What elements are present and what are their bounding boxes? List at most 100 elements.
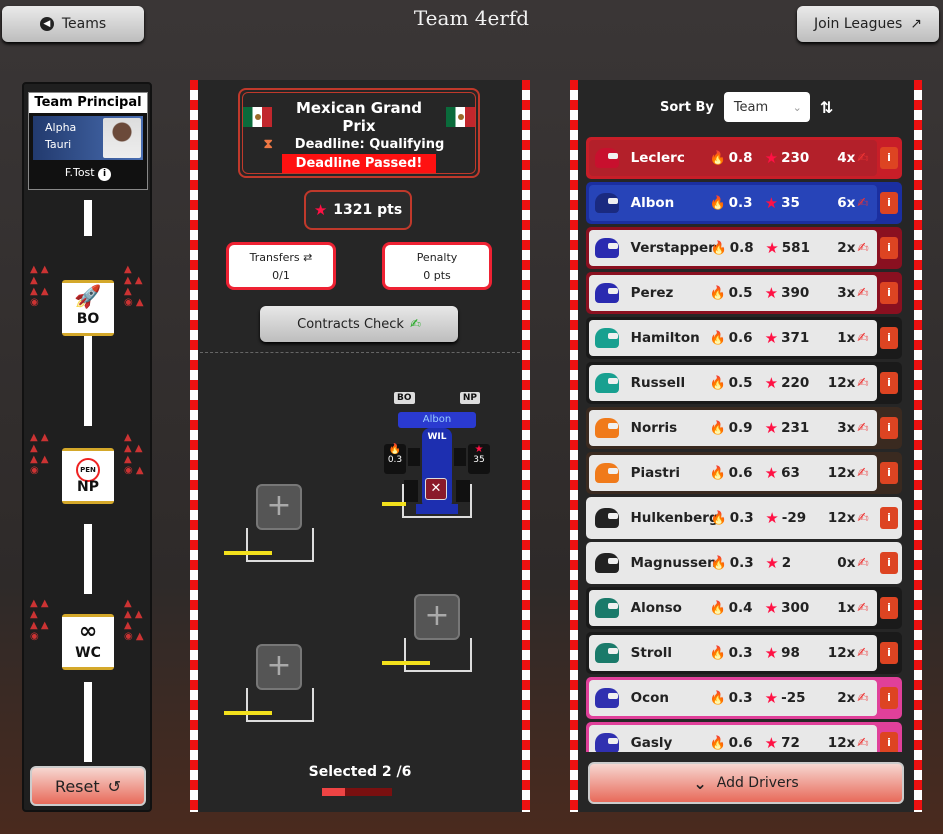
driver-info-button[interactable]: i	[880, 282, 898, 304]
contract-sign-icon[interactable]: ✍	[857, 600, 877, 616]
team-principal-image: Alpha Tauri	[33, 116, 143, 160]
driver-info-button[interactable]: i	[880, 327, 898, 349]
driver-row[interactable]: Piastri 🔥 0.6 ★ 63 12x ✍ i	[586, 452, 902, 494]
add-drivers-button[interactable]: ⌄ Add Drivers	[588, 762, 904, 804]
driver-info-button[interactable]: i	[880, 642, 898, 664]
star-icon: ★	[764, 644, 779, 662]
chip-wc[interactable]: ∞ WC	[62, 614, 114, 670]
contract-sign-icon[interactable]: ✍	[857, 645, 877, 661]
driver-cost: 🔥 0.5	[709, 285, 764, 301]
contract-sign-icon[interactable]: ✍	[857, 195, 877, 211]
driver-row[interactable]: Ocon 🔥 0.3 ★ -25 2x ✍ i	[586, 677, 902, 719]
driver-name: Hamilton	[630, 330, 700, 346]
contract-sign-icon[interactable]: ✍	[857, 330, 877, 346]
star-icon: ★	[313, 201, 328, 219]
reset-button[interactable]: Reset ↺	[30, 766, 146, 806]
driver-row[interactable]: Norris 🔥 0.9 ★ 231 3x ✍ i	[586, 407, 902, 449]
contract-sign-icon[interactable]: ✍	[857, 510, 877, 526]
driver-info-button[interactable]: i	[880, 507, 898, 529]
car-chip-np: NP	[459, 392, 480, 404]
driver-cost: 🔥 0.6	[709, 465, 764, 481]
add-driver-slot[interactable]: +	[414, 594, 460, 640]
mexico-flag-icon	[446, 107, 475, 127]
car-chip-bo: BO	[394, 392, 415, 404]
driver-multiplier: 0x	[837, 555, 856, 571]
driver-card: Hamilton 🔥 0.6 ★ 371 1x ✍	[589, 320, 877, 356]
driver-info-button[interactable]: i	[880, 147, 898, 169]
helmet-icon	[595, 733, 619, 752]
driver-row[interactable]: Verstappen 🔥 0.8 ★ 581 2x ✍ i	[586, 227, 902, 269]
fire-icon: 🔥	[709, 600, 726, 616]
star-icon: ★	[765, 509, 779, 527]
drivers-panel: Sort By Team ⌄ ⇅ Leclerc 🔥 0.8 ★ 230 4x ✍ i Albo…	[570, 80, 922, 812]
team-principal-card[interactable]: Team Principal Alpha Tauri F.Tost i	[28, 92, 148, 190]
helmet-icon	[595, 508, 619, 528]
driver-row[interactable]: Albon 🔥 0.3 ★ 35 6x ✍ i	[586, 182, 902, 224]
chip-np[interactable]: PEN NP	[62, 448, 114, 504]
add-driver-slot[interactable]: +	[256, 644, 302, 690]
contract-sign-icon[interactable]: ✍	[857, 375, 877, 391]
driver-row[interactable]: Stroll 🔥 0.3 ★ 98 12x ✍ i	[586, 632, 902, 674]
slot-bracket	[246, 688, 314, 722]
info-icon[interactable]: i	[98, 168, 112, 181]
star-icon: ★	[764, 419, 779, 437]
join-leagues-button[interactable]: Join Leagues ↗	[797, 6, 939, 42]
contract-sign-icon[interactable]: ✍	[857, 150, 877, 166]
driver-row[interactable]: Leclerc 🔥 0.8 ★ 230 4x ✍ i	[586, 137, 902, 179]
driver-row[interactable]: Hulkenberg 🔥 0.3 ★ -29 12x ✍ i	[586, 497, 902, 539]
add-driver-slot[interactable]: +	[256, 484, 302, 530]
driver-row[interactable]: Russell 🔥 0.5 ★ 220 12x ✍ i	[586, 362, 902, 404]
chip-bo[interactable]: 🚀 BO	[62, 280, 114, 336]
star-icon: ★	[764, 599, 779, 617]
fire-icon: 🔥	[709, 150, 726, 166]
driver-info-button[interactable]: i	[880, 417, 898, 439]
fire-icon: 🔥	[709, 285, 726, 301]
transfers-box: Transfers ⇄ 0/1	[226, 242, 336, 290]
driver-info-button[interactable]: i	[880, 462, 898, 484]
contract-sign-icon[interactable]: ✍	[857, 240, 877, 256]
driver-card: Gasly 🔥 0.6 ★ 72 12x ✍	[589, 725, 877, 752]
driver-row[interactable]: Alonso 🔥 0.4 ★ 300 1x ✍ i	[586, 587, 902, 629]
cone-icon: ▲ ▲ ▲ ▲ ▲ ◉	[30, 432, 49, 476]
road-line	[84, 524, 92, 594]
driver-multiplier: 1x	[837, 600, 856, 616]
driver-row[interactable]: Perez 🔥 0.5 ★ 390 3x ✍ i	[586, 272, 902, 314]
driver-info-button[interactable]: i	[880, 237, 898, 259]
driver-info-button[interactable]: i	[880, 597, 898, 619]
contract-sign-icon[interactable]: ✍	[857, 420, 877, 436]
driver-points: ★ 230	[765, 149, 826, 167]
driver-multiplier: 4x	[837, 150, 856, 166]
driver-name: Gasly	[630, 735, 673, 751]
transfers-label: Transfers	[249, 251, 300, 264]
driver-row[interactable]: Gasly 🔥 0.6 ★ 72 12x ✍ i	[586, 722, 902, 752]
selected-count: Selected 2 /6	[308, 764, 412, 780]
driver-row[interactable]: Magnussen 🔥 0.3 ★ 2 0x ✍ i	[586, 542, 902, 584]
driver-info-button[interactable]: i	[880, 192, 898, 214]
fire-icon: 🔥	[388, 444, 402, 455]
driver-cost: 🔥 0.6	[709, 330, 764, 346]
driver-cost: 🔥 0.3	[709, 195, 764, 211]
contract-sign-icon[interactable]: ✍	[857, 465, 877, 481]
selected-car[interactable]: BO NP Albon WIL 🔥 0.3 ★ 35 ✕	[384, 390, 490, 520]
remove-driver-button[interactable]: ✕	[425, 478, 447, 500]
driver-points-value: 371	[781, 330, 810, 346]
contracts-check-button[interactable]: Contracts Check ✍	[260, 306, 458, 342]
helmet-icon	[595, 598, 619, 618]
driver-row[interactable]: Hamilton 🔥 0.6 ★ 371 1x ✍ i	[586, 317, 902, 359]
driver-info-button[interactable]: i	[880, 552, 898, 574]
driver-info-button[interactable]: i	[880, 687, 898, 709]
driver-cost-value: 0.5	[728, 285, 753, 301]
contract-sign-icon[interactable]: ✍	[857, 735, 877, 751]
driver-name: Hulkenberg	[630, 510, 719, 526]
driver-points-value: 581	[781, 240, 810, 256]
driver-points-value: 2	[781, 555, 792, 571]
driver-multiplier: 12x	[827, 465, 856, 481]
driver-info-button[interactable]: i	[880, 732, 898, 752]
driver-points-value: -25	[781, 690, 806, 706]
contract-sign-icon[interactable]: ✍	[857, 555, 877, 571]
driver-info-button[interactable]: i	[880, 372, 898, 394]
contract-sign-icon[interactable]: ✍	[857, 690, 877, 706]
helmet-icon	[595, 283, 619, 303]
driver-points: ★ 2	[765, 554, 826, 572]
contract-sign-icon[interactable]: ✍	[857, 285, 877, 301]
